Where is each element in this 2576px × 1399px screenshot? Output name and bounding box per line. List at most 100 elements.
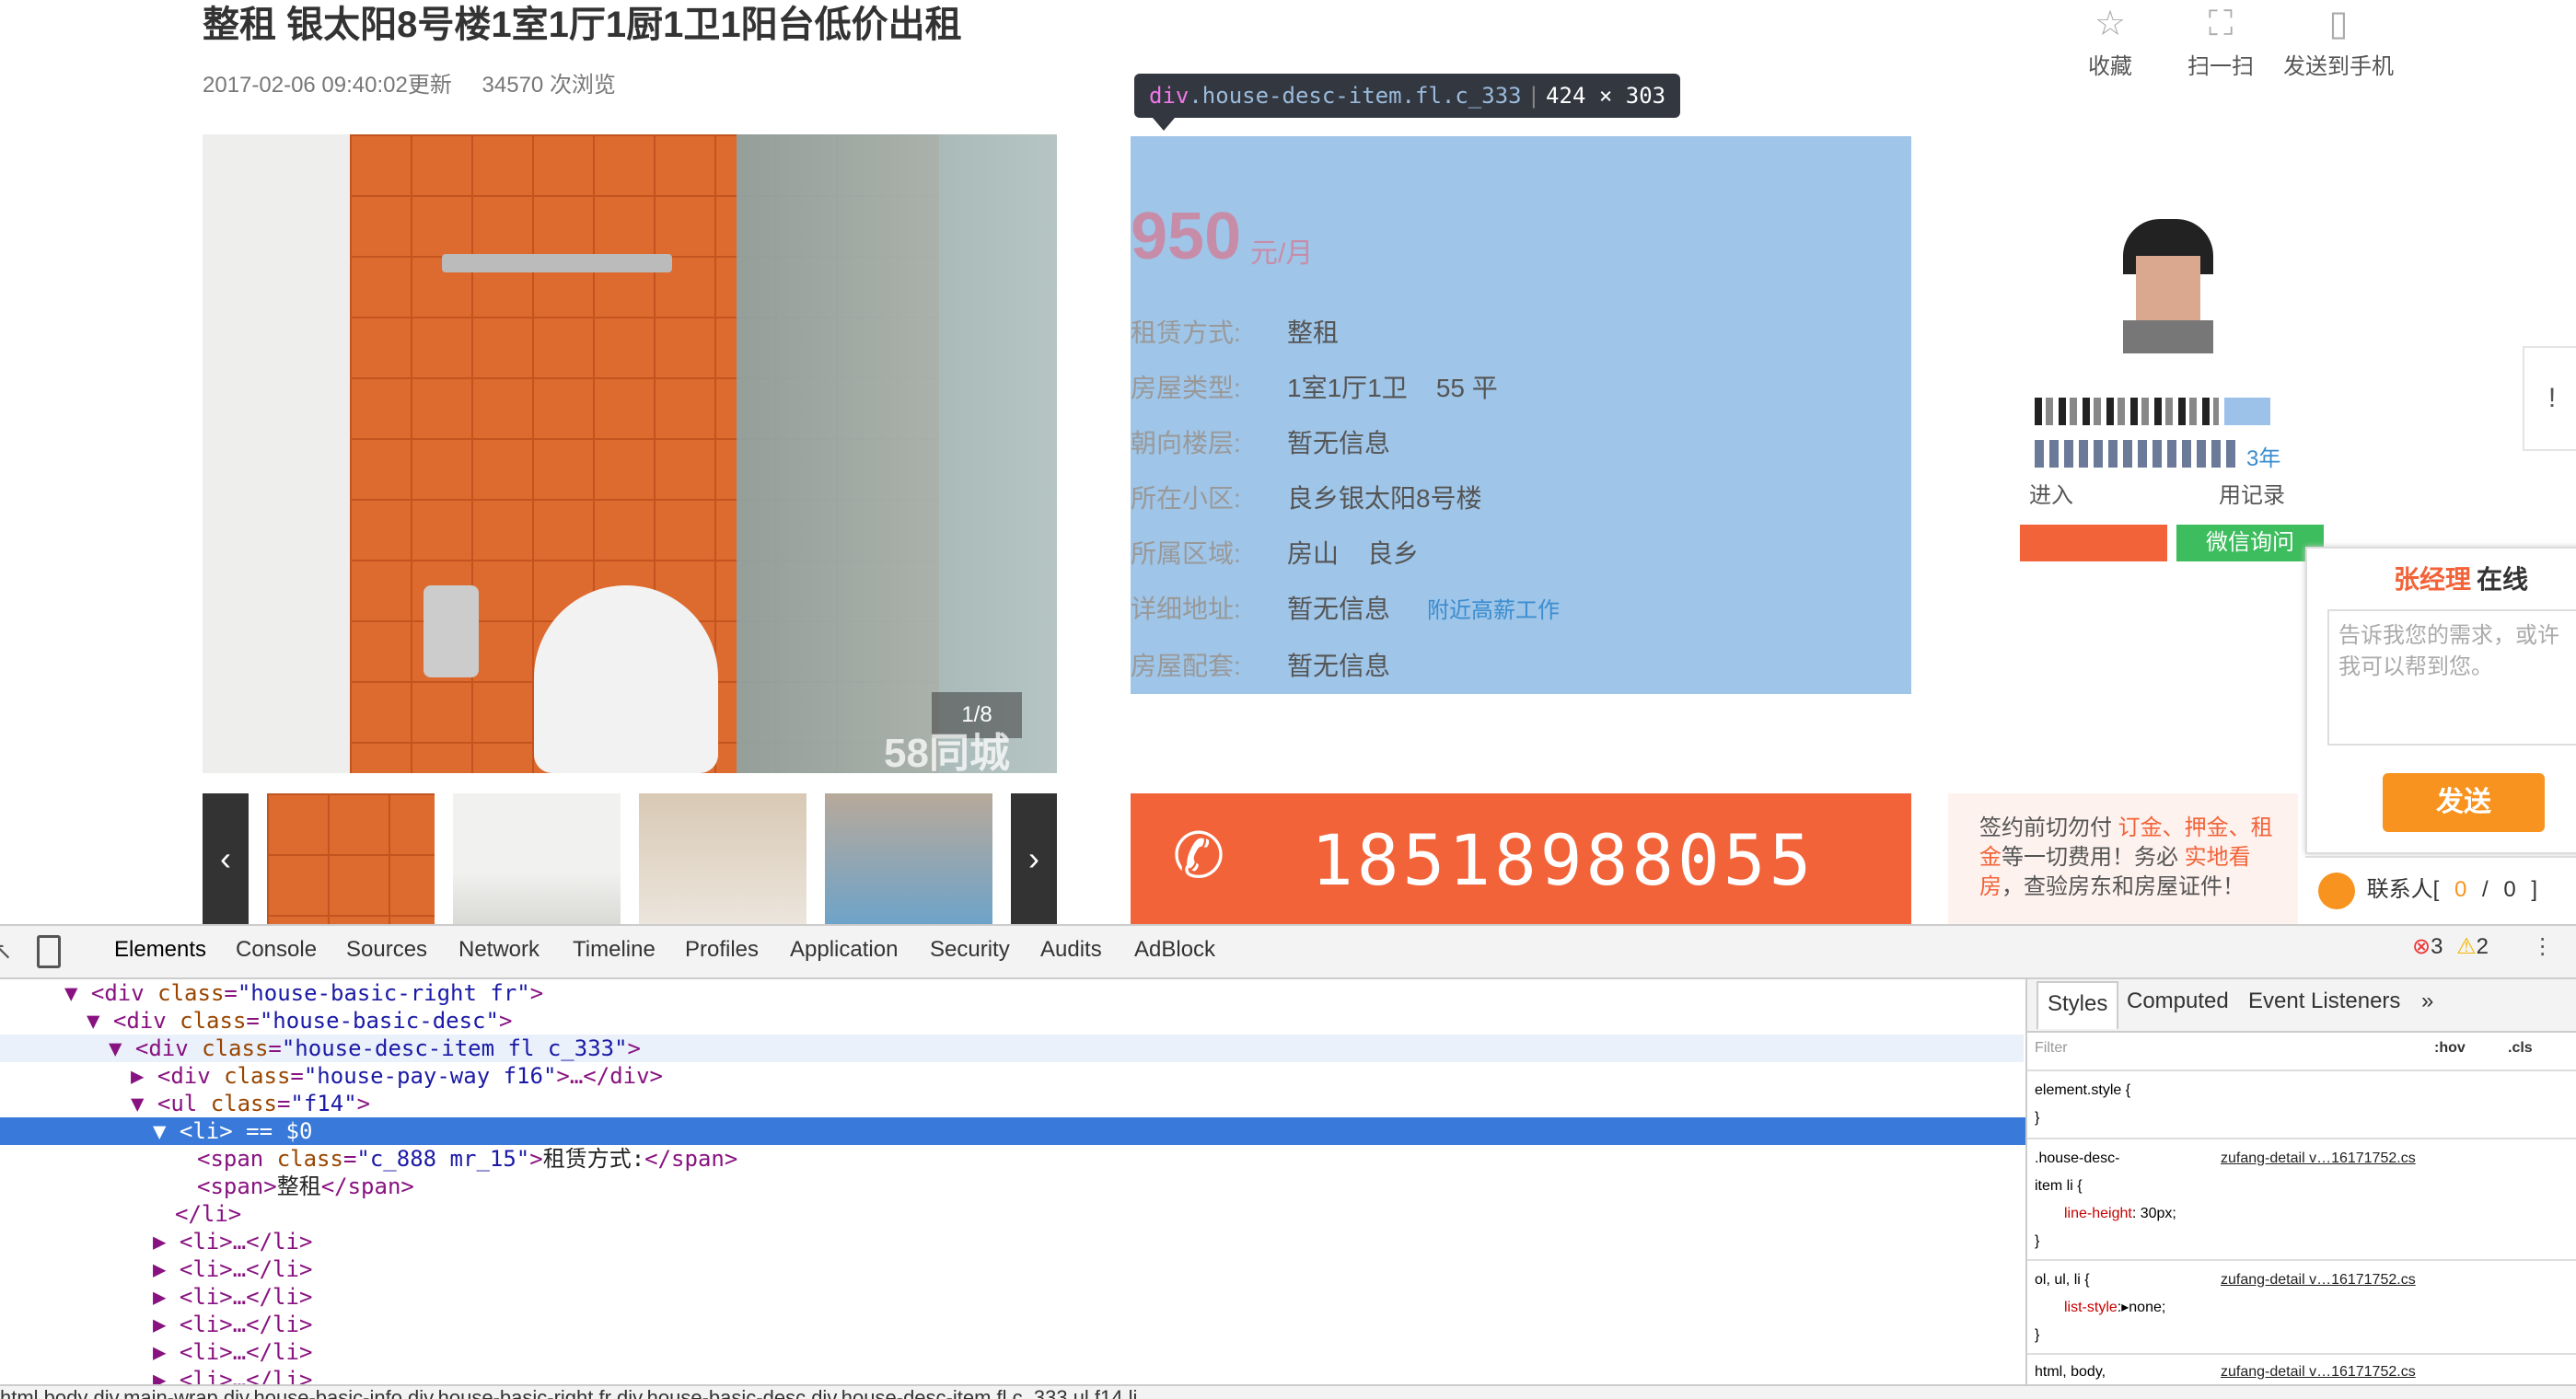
tab-network[interactable]: Network xyxy=(458,931,540,968)
desc-row: 租赁方式: 整租 xyxy=(1131,318,1340,347)
photo-paper-holder xyxy=(424,585,479,677)
desc-row: 详细地址: 暂无信息 附近高薪工作 xyxy=(1131,595,1561,623)
more-tabs-chevron[interactable]: » xyxy=(2421,989,2433,1014)
style-rule-element[interactable]: element.style { xyxy=(2035,1077,2130,1104)
dom-node[interactable]: ▼ <div class="house-desc-item fl c_333"> xyxy=(0,1035,2024,1062)
style-brace: } xyxy=(2035,1233,2040,1249)
style-brace: } xyxy=(2035,1110,2040,1126)
agent-info-pixelated xyxy=(2035,440,2237,468)
thumb-next-button[interactable]: › xyxy=(1011,793,1057,924)
photo-glass-door xyxy=(737,134,1057,773)
dom-node-selected[interactable]: ▼ <li> == $0 xyxy=(0,1117,2025,1145)
scan-button[interactable]: ⛶ 扫一扫 xyxy=(2156,0,2285,80)
more-menu-icon[interactable]: ⋮ xyxy=(2532,934,2554,959)
thumbnail[interactable] xyxy=(639,793,806,924)
dom-node[interactable]: ▼ <div class="house-basic-right fr"> xyxy=(64,979,2090,1007)
contacts-bar[interactable]: 联系人[ 0 / 0 ] xyxy=(2305,856,2576,922)
safety-notice-text: 签约前切勿付 订金、押金、租金等一切费用！务必 实地看房，查验房东和房屋证件！ xyxy=(1979,815,2273,899)
style-rule-selector: html, body, xyxy=(2035,1364,2106,1380)
desc-row: 所在小区: 良乡银太阳8号楼 xyxy=(1131,484,1482,513)
agent-record-tail: 用记录 xyxy=(2219,483,2285,508)
cls-toggle[interactable]: .cls xyxy=(2508,1035,2533,1062)
agent-name-pixelated xyxy=(2035,398,2219,425)
tab-timeline[interactable]: Timeline xyxy=(573,931,656,968)
phone-number: 18518988055 xyxy=(1311,819,1816,901)
style-rule-selector: ol, ul, li { xyxy=(2035,1272,2090,1288)
style-declaration[interactable]: list-style:▸none; xyxy=(2064,1294,2165,1322)
dom-node[interactable]: <span class="c_888 mr_15">租赁方式:</span> xyxy=(197,1145,2222,1173)
divider xyxy=(2027,1069,2576,1071)
tab-profiles[interactable]: Profiles xyxy=(685,931,759,968)
dom-node[interactable]: ▶ <li>…</li> xyxy=(153,1338,2178,1366)
thumb-prev-button[interactable]: ‹ xyxy=(203,793,249,924)
agent-record-prefix: 进入 xyxy=(2029,483,2073,508)
phone-call-icon: ✆ xyxy=(1172,821,1225,891)
agent-avatar[interactable] xyxy=(2123,219,2213,353)
favorite-button[interactable]: ☆ 收藏 xyxy=(2046,0,2175,80)
error-icon: ⊗ xyxy=(2412,934,2431,959)
photo-wall-left xyxy=(203,134,350,773)
desc-row: 房屋配套: 暂无信息 xyxy=(1131,652,1391,680)
tab-application[interactable]: Application xyxy=(790,931,898,968)
dom-node[interactable]: <span>整租</span> xyxy=(197,1173,2222,1200)
feedback-icon[interactable]: ! xyxy=(2523,346,2576,451)
dom-node[interactable]: ▶ <li>…</li> xyxy=(153,1255,2178,1283)
thumbnail[interactable] xyxy=(453,793,621,924)
phone-icon: ▯ xyxy=(2328,5,2349,43)
elements-tree: ▼ <div class="house-basic-right fr"> ▼ <… xyxy=(0,979,2025,1393)
style-source-link[interactable]: zufang-detail v…16171752.cs xyxy=(2221,1359,2416,1386)
style-brace: } xyxy=(2035,1327,2040,1343)
dom-node[interactable]: ▶ <div class="house-pay-way f16">…</div> xyxy=(131,1062,2156,1090)
scan-icon: ⛶ xyxy=(2208,5,2234,43)
dom-node[interactable]: ▶ <li>…</li> xyxy=(153,1311,2178,1338)
thumbnail[interactable] xyxy=(825,793,992,924)
style-source-link[interactable]: zufang-detail v…16171752.cs xyxy=(2221,1145,2416,1173)
price: 950 xyxy=(1131,200,1242,273)
warning-icon: ⚠ xyxy=(2456,934,2477,959)
divider xyxy=(2027,1138,2576,1139)
dom-node[interactable]: ▶ <li>…</li> xyxy=(153,1283,2178,1311)
qq-chat-button[interactable] xyxy=(2020,525,2167,561)
verified-icon xyxy=(2224,398,2270,425)
dom-node[interactable]: ▼ <div class="house-basic-desc"> xyxy=(87,1007,2112,1035)
photo-toilet xyxy=(534,585,718,773)
contacts-icon xyxy=(2318,872,2355,909)
style-rule-selector: .house-desc- xyxy=(2035,1150,2120,1166)
style-rule-selector: item li { xyxy=(2035,1178,2083,1194)
desc-row: 房屋类型: 1室1厅1卫 55 平 xyxy=(1131,374,1498,402)
devtools-splitter[interactable] xyxy=(2025,979,2027,1384)
tooltip-arrow xyxy=(1153,118,1175,131)
main-photo[interactable] xyxy=(203,134,1057,773)
send-to-phone-button[interactable]: ▯ 发送到手机 xyxy=(2274,0,2403,80)
tab-audits[interactable]: Audits xyxy=(1040,931,1102,968)
inspect-icon[interactable]: ↖ xyxy=(0,937,13,965)
style-source-link[interactable]: zufang-detail v…16171752.cs xyxy=(2221,1266,2416,1294)
nearby-jobs-link[interactable]: 附近高薪工作 xyxy=(1427,598,1560,623)
wechat-button[interactable]: 微信询问 xyxy=(2176,525,2324,561)
dom-node[interactable]: </li> xyxy=(175,1200,2200,1228)
dom-node[interactable]: ▼ <ul class="f14"> xyxy=(131,1090,2156,1117)
styles-filter-input[interactable]: Filter xyxy=(2035,1035,2068,1062)
watermark: 58同城 xyxy=(884,731,1010,776)
tab-sources[interactable]: Sources xyxy=(346,931,427,968)
tab-console[interactable]: Console xyxy=(236,931,317,968)
tab-event-listeners[interactable]: Event Listeners xyxy=(2248,989,2400,1014)
dom-node[interactable]: ▶ <li>…</li> xyxy=(153,1228,2178,1255)
divider xyxy=(2027,1353,2576,1355)
tab-computed[interactable]: Computed xyxy=(2127,989,2229,1014)
thumbnail[interactable] xyxy=(267,793,435,924)
price-unit: 元/月 xyxy=(1250,238,1314,269)
view-count: 34570 次浏览 xyxy=(482,73,616,98)
chat-input[interactable]: 告诉我您的需求，或许我可以帮到您。 xyxy=(2327,609,2576,746)
chat-send-button[interactable]: 发送 xyxy=(2383,773,2545,832)
tab-styles[interactable]: Styles xyxy=(2036,981,2119,1029)
chat-title: 张经理 在线 xyxy=(2394,565,2529,594)
tab-elements[interactable]: Elements xyxy=(114,931,206,968)
error-warning-count[interactable]: ⊗3 ⚠2 ⋮ xyxy=(2412,933,2554,960)
style-declaration[interactable]: line-height: 30px; xyxy=(2064,1200,2176,1228)
tab-security[interactable]: Security xyxy=(930,931,1010,968)
tab-adblock[interactable]: AdBlock xyxy=(1134,931,1215,968)
device-toggle-icon[interactable] xyxy=(37,935,61,968)
updated-time: 2017-02-06 09:40:02更新 xyxy=(203,73,452,98)
hov-toggle[interactable]: :hov xyxy=(2434,1035,2466,1062)
